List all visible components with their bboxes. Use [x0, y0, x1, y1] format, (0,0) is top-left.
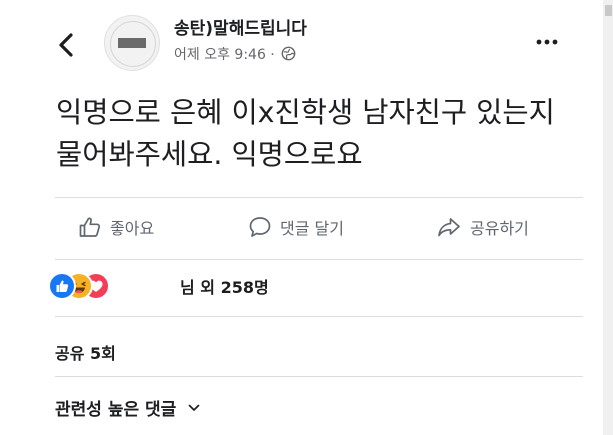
divider-mid [55, 259, 583, 260]
comment-bubble-icon [249, 217, 271, 237]
thumbs-up-icon [79, 217, 101, 237]
page-avatar[interactable] [104, 15, 160, 71]
share-label: 공유하기 [470, 219, 529, 238]
comment-button[interactable]: 댓글 달기 [248, 212, 344, 242]
avatar-redaction-bar [118, 38, 146, 48]
reaction-icons[interactable] [48, 272, 128, 300]
edge-mark [605, 5, 612, 16]
reaction-count[interactable]: 님 외 258명 [180, 274, 269, 298]
comment-sort-dropdown[interactable]: 관련성 높은 댓글 [55, 395, 200, 420]
share-count[interactable]: 공유 5회 [55, 340, 116, 364]
divider-comments [55, 376, 583, 377]
post-text: 익명으로 은혜 이x진학생 남자친구 있는지 물어봐주세요. 익명으로요 [56, 96, 555, 171]
action-bar: 좋아요 댓글 달기 공유하기 [0, 198, 600, 258]
post-meta: 어제 오후 9:46 · [174, 44, 296, 64]
like-label: 좋아요 [110, 219, 155, 238]
divider-shares [55, 316, 583, 317]
right-edge-strip [603, 0, 613, 435]
more-dots-icon [536, 39, 558, 45]
like-button[interactable]: 좋아요 [78, 212, 154, 242]
page-name[interactable]: 송탄)말해드립니다 [174, 14, 307, 39]
globe-icon [281, 46, 296, 61]
chevron-down-icon [188, 404, 200, 411]
like-reaction-icon [48, 272, 76, 300]
back-button[interactable] [54, 32, 80, 58]
share-arrow-icon [438, 218, 460, 237]
post-header: 송탄)말해드립니다 어제 오후 9:46 · [0, 0, 600, 82]
share-button[interactable]: 공유하기 [436, 212, 529, 242]
chevron-left-icon [59, 33, 73, 57]
comment-sort-label: 관련성 높은 댓글 [55, 400, 177, 420]
more-options-button[interactable] [534, 34, 560, 48]
comment-label: 댓글 달기 [280, 219, 344, 238]
post-timestamp[interactable]: 어제 오후 9:46 · [174, 47, 275, 63]
